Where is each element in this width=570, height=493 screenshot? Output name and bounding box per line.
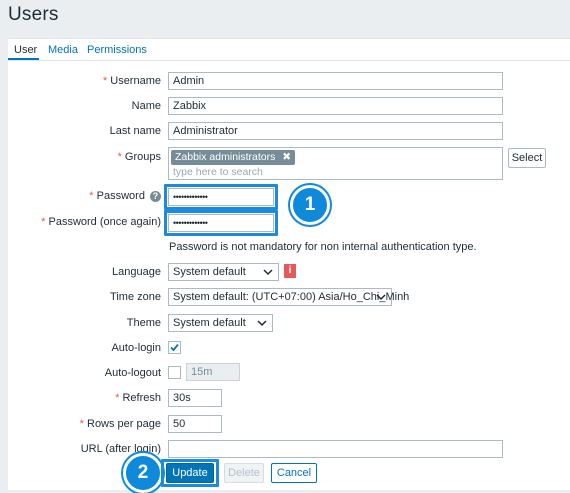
help-icon[interactable]: ? — [150, 191, 161, 202]
name-label: Name — [131, 100, 161, 112]
timezone-label: Time zone — [110, 291, 161, 303]
tab-bar: User Media Permissions — [8, 39, 570, 61]
password-again-label: * Password (once again) — [41, 216, 161, 228]
password-field[interactable]: ••••••••••••• — [168, 188, 274, 206]
language-label: Language — [112, 266, 161, 278]
username-label: * Username — [102, 75, 161, 87]
name-field[interactable]: Zabbix — [168, 97, 503, 115]
autologin-label: Auto-login — [111, 342, 161, 354]
password-label: * Password ? — [89, 190, 161, 202]
theme-select[interactable]: System default — [168, 314, 273, 332]
theme-label: Theme — [126, 317, 161, 329]
language-select-value: System default — [173, 266, 246, 278]
password-hint: Password is not mandatory for non intern… — [169, 241, 477, 253]
language-select[interactable]: System default — [168, 263, 279, 281]
last-name-label: Last name — [109, 125, 161, 137]
username-field[interactable]: Admin — [168, 72, 503, 90]
active-tab-indicator — [8, 58, 39, 60]
remove-tag-icon[interactable]: ✖ — [282, 151, 291, 163]
groups-label: * Groups — [117, 151, 161, 163]
timezone-select-value: System default: (UTC+07:00) Asia/Ho_Chi_… — [173, 291, 410, 303]
url-field[interactable] — [168, 440, 503, 458]
last-name-field[interactable]: Administrator — [168, 122, 503, 140]
chevron-down-icon — [376, 294, 386, 301]
refresh-label: * Refresh — [115, 392, 161, 404]
update-button[interactable]: Update — [166, 463, 214, 483]
autologin-checkbox[interactable] — [168, 341, 181, 354]
rows-per-page-field[interactable]: 50 — [168, 415, 222, 433]
cancel-button[interactable]: Cancel — [271, 463, 317, 483]
groups-multiselect[interactable]: Zabbix administrators ✖ type here to sea… — [168, 147, 503, 180]
warning-info-icon[interactable]: i — [284, 264, 296, 278]
refresh-field[interactable]: 30s — [168, 389, 222, 407]
autologout-field[interactable]: 15m — [186, 363, 240, 381]
password-again-field[interactable]: ••••••••••••• — [168, 214, 274, 232]
tab-permissions[interactable]: Permissions — [87, 44, 147, 56]
tab-user[interactable]: User — [14, 44, 37, 56]
autologout-label: Auto-logout — [104, 367, 161, 379]
tab-media[interactable]: Media — [48, 44, 78, 56]
callout-1-badge: 1 — [290, 185, 330, 225]
delete-button[interactable]: Delete — [224, 463, 264, 483]
chevron-down-icon — [263, 269, 273, 276]
group-tag: Zabbix administrators ✖ — [171, 150, 296, 165]
callout-2-badge: 2 — [123, 453, 163, 493]
page-title: Users — [8, 4, 59, 25]
chevron-down-icon — [257, 320, 267, 327]
groups-search-input[interactable]: type here to search — [173, 166, 263, 178]
checkmark-icon — [170, 343, 179, 352]
group-tag-label: Zabbix administrators — [175, 151, 276, 163]
rows-per-page-label: * Rows per page — [79, 418, 161, 430]
timezone-select[interactable]: System default: (UTC+07:00) Asia/Ho_Chi_… — [168, 288, 409, 306]
autologout-checkbox[interactable] — [168, 366, 181, 379]
theme-select-value: System default — [173, 317, 246, 329]
groups-select-button[interactable]: Select — [508, 148, 546, 168]
